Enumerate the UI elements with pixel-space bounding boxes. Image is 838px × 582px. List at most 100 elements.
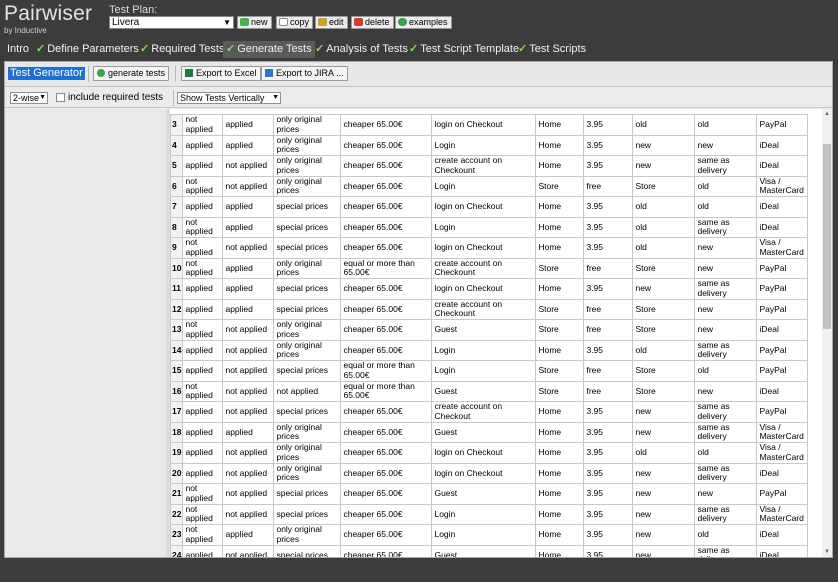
table-cell: PayPal (756, 257, 809, 279)
table-cell: special prices (273, 278, 342, 300)
table-cell: applied (222, 421, 275, 443)
table-cell: only original prices (273, 462, 342, 484)
table-row: 8 not applied applied special prices cheaper… (169, 216, 809, 238)
tab-generate-tests[interactable]: ✓ Generate Tests (223, 41, 315, 58)
edit-plan-label: edit (329, 17, 344, 27)
app-logo: Pairwiser (4, 2, 93, 25)
table-cell: not applied (182, 524, 224, 546)
table-cell: new (632, 503, 696, 525)
test-plan-select[interactable]: Livera ▼ (109, 16, 234, 29)
delete-plan-button[interactable]: delete (351, 16, 394, 29)
table-cell: applied (222, 257, 275, 279)
test-number-cell: 12 (169, 298, 184, 320)
export-jira-button[interactable]: Export to JIRA ... (261, 66, 348, 81)
export-excel-button[interactable]: Export to Excel (181, 66, 261, 81)
show-tests-select[interactable]: Show Tests Vertically ▼ (177, 92, 281, 104)
table-cell: new (632, 134, 696, 156)
examples-button[interactable]: examples (395, 16, 452, 29)
table-cell: same as delivery (694, 339, 758, 361)
table-cell: new (632, 483, 696, 505)
table-cell: Guest (431, 421, 537, 443)
tab-generate-tests-label: Generate Tests (237, 43, 312, 55)
tab-intro[interactable]: Intro (4, 41, 32, 58)
table-cell: special prices (273, 503, 342, 525)
table-cell: Home (535, 401, 585, 423)
chevron-down-icon: ▼ (39, 94, 46, 101)
table-cell: cheaper 65.00€ (340, 298, 433, 320)
pencil-icon (318, 18, 327, 26)
test-number-cell: 22 (169, 503, 184, 525)
table-cell: new (632, 421, 696, 443)
table-cell: only original prices (273, 134, 342, 156)
table-cell: new (632, 544, 696, 557)
include-required-label: include required tests (68, 92, 164, 103)
table-cell: Home (535, 339, 585, 361)
table-cell: 3.95 (583, 278, 634, 300)
scroll-down-icon[interactable]: ▼ (824, 549, 830, 555)
tab-intro-label: Intro (7, 43, 30, 55)
table-row: 12 applied applied special prices cheaper 65… (169, 298, 809, 320)
scroll-up-icon[interactable]: ▲ (824, 111, 830, 117)
tests-table: 3 not applied applied only original prices c… (169, 114, 809, 557)
table-cell: applied (222, 278, 275, 300)
wise-select[interactable]: 2-wise ▼ (10, 92, 48, 104)
vertical-scrollbar[interactable]: ▲ ▼ (822, 109, 832, 557)
table-cell: applied (182, 421, 224, 443)
table-row: 4 applied applied only original prices cheap… (169, 134, 809, 156)
test-number-cell: 7 (169, 196, 184, 218)
tab-test-script-template[interactable]: ✓ Test Script Template (406, 41, 522, 58)
table-cell: not applied (182, 257, 224, 279)
delete-plan-label: delete (365, 17, 390, 27)
table-row: 5 applied not applied only original prices c… (169, 155, 809, 177)
table-cell: applied (182, 544, 224, 557)
table-cell: cheaper 65.00€ (340, 339, 433, 361)
table-cell: Home (535, 442, 585, 464)
table-cell: old (694, 524, 758, 546)
export-jira-label: Export to JIRA ... (276, 68, 344, 78)
table-cell: cheaper 65.00€ (340, 237, 433, 259)
table-cell: Visa / MasterCard (756, 442, 809, 464)
tab-test-scripts-label: Test Scripts (529, 43, 587, 55)
test-number-cell: 10 (169, 257, 184, 279)
copy-icon (279, 18, 288, 26)
table-row: 21 not applied not applied special prices ch… (169, 483, 809, 505)
tab-test-script-template-label: Test Script Template (420, 43, 520, 55)
examples-icon (398, 18, 407, 26)
table-cell: Visa / MasterCard (756, 237, 809, 259)
test-number-cell: 15 (169, 360, 184, 382)
test-number-cell: 13 (169, 319, 184, 341)
table-cell: not applied (182, 503, 224, 525)
table-cell: Guest (431, 319, 537, 341)
test-number-cell: 4 (169, 134, 184, 156)
generate-tests-label: generate tests (108, 68, 166, 78)
generate-tests-button[interactable]: generate tests (93, 66, 170, 81)
table-cell: equal or more than 65.00€ (340, 257, 433, 279)
tab-test-scripts[interactable]: ✓ Test Scripts (515, 41, 589, 58)
table-cell: login on Checkout (431, 278, 537, 300)
table-cell: not applied (182, 114, 224, 136)
table-cell: Visa / MasterCard (756, 175, 809, 197)
table-cell: iDeal (756, 216, 809, 238)
table-cell: 3.95 (583, 134, 634, 156)
copy-plan-button[interactable]: copy (276, 16, 314, 29)
tab-analysis-of-tests[interactable]: ✓ Analysis of Tests (312, 41, 411, 58)
new-plan-button[interactable]: new (237, 16, 272, 29)
table-cell: equal or more than 65.00€ (340, 360, 433, 382)
tab-define-parameters[interactable]: ✓ Define Parameters (33, 41, 142, 58)
table-cell: Store (632, 360, 696, 382)
tests-table-container[interactable]: 3 not applied applied only original prices c… (166, 109, 822, 557)
table-cell: applied (222, 216, 275, 238)
tab-define-parameters-label: Define Parameters (47, 43, 139, 55)
toolbar: Test Generator generate tests Export to … (5, 62, 832, 87)
include-required-checkbox[interactable] (56, 93, 65, 102)
table-row: 13 not applied not applied only original pr… (169, 319, 809, 341)
table-cell: Visa / MasterCard (756, 503, 809, 525)
edit-plan-button[interactable]: edit (315, 16, 348, 29)
table-cell: same as delivery (694, 503, 758, 525)
table-cell: applied (182, 401, 224, 423)
table-cell: Store (632, 380, 696, 402)
table-cell: Login (431, 175, 537, 197)
scrollbar-thumb[interactable] (823, 144, 831, 329)
table-cell: applied (182, 298, 224, 320)
tab-required-tests[interactable]: ✓ Required Tests (137, 41, 227, 58)
